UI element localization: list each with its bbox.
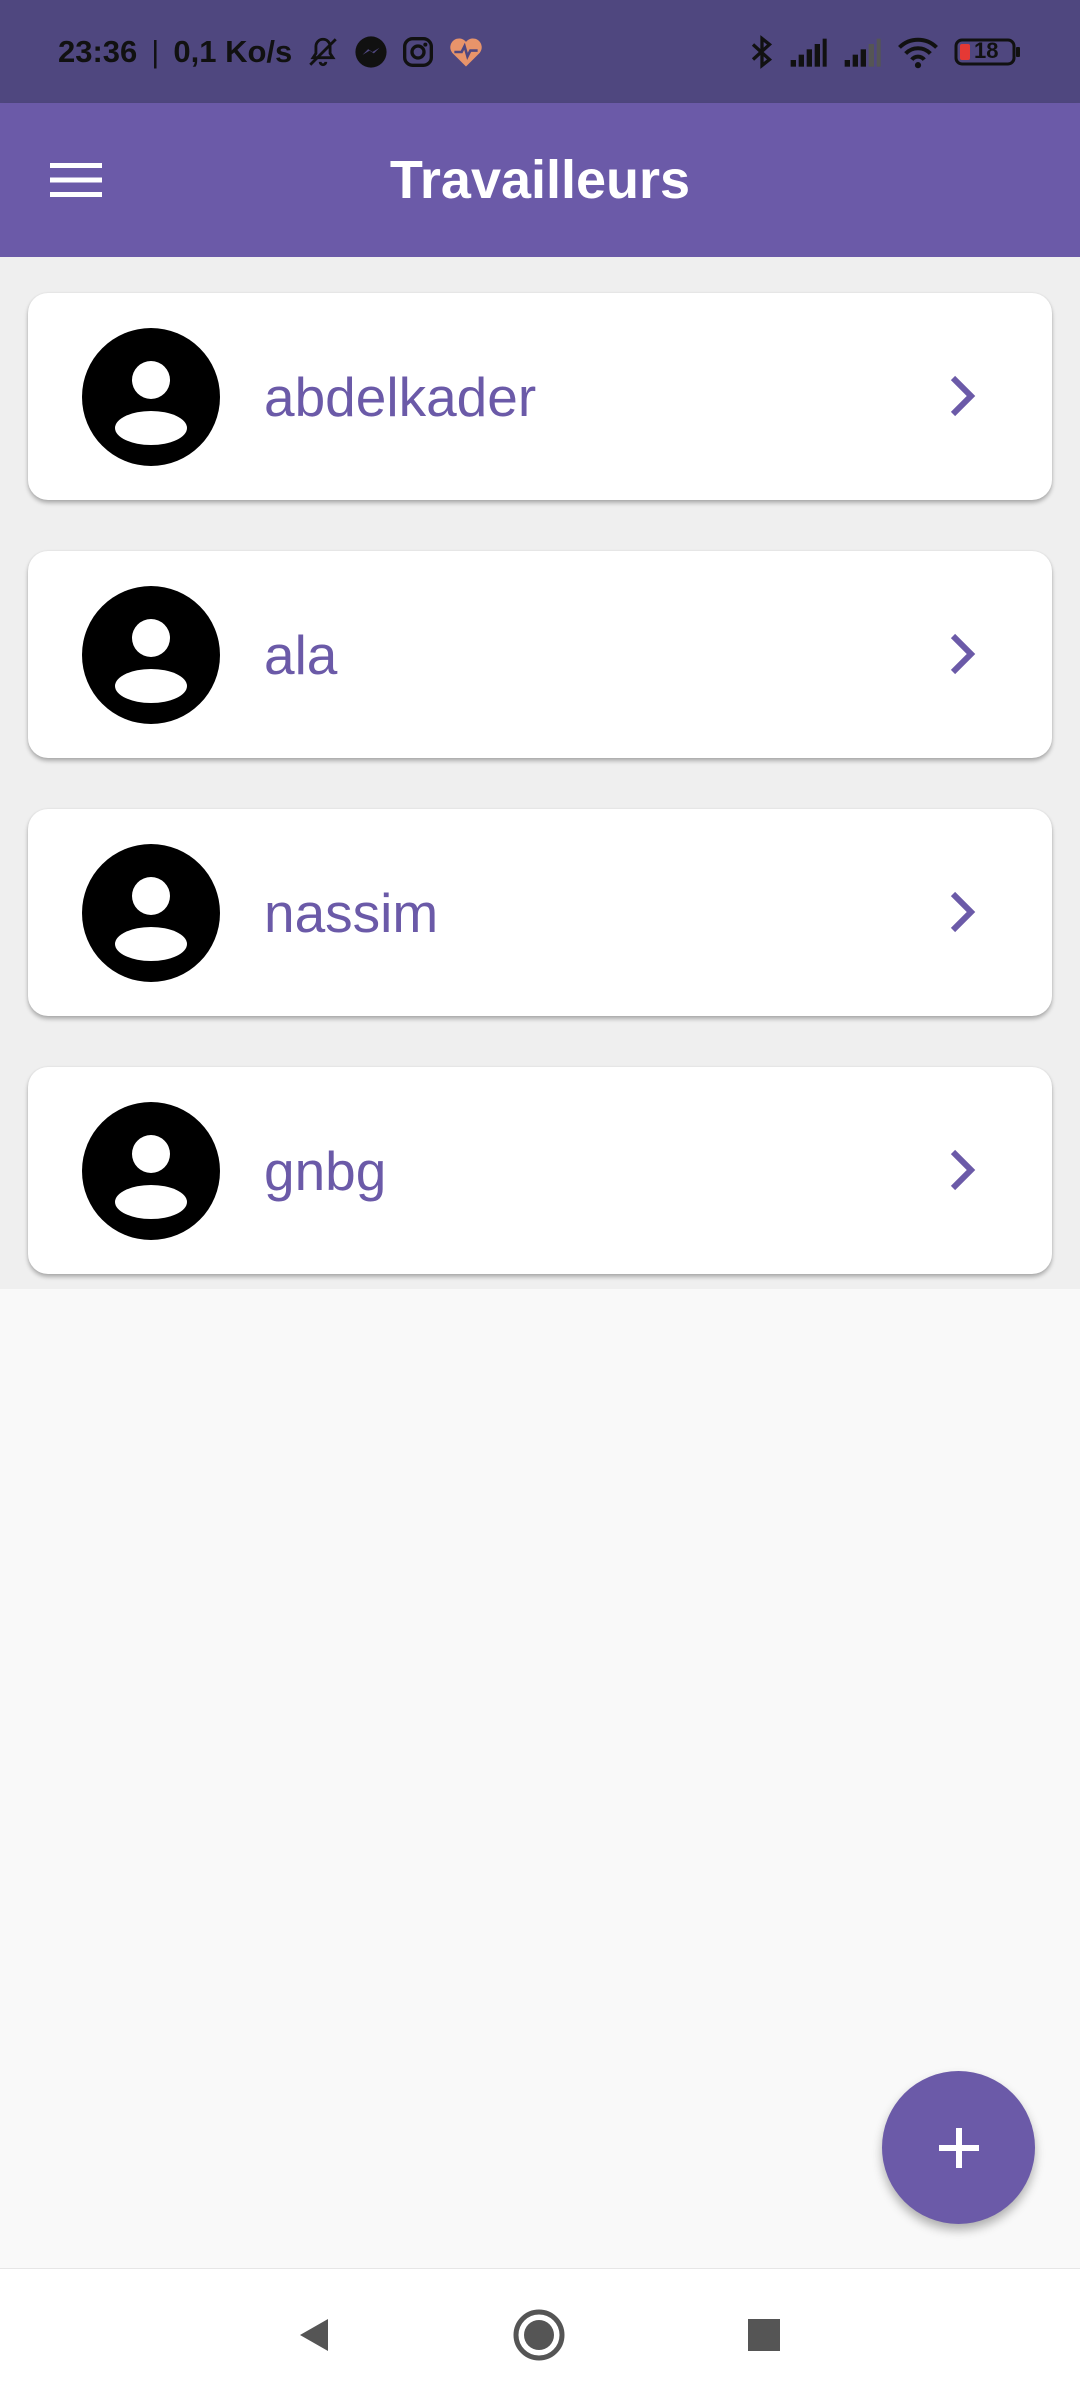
list-item: ala	[0, 515, 1080, 773]
signal-icon	[842, 36, 882, 68]
account-circle-icon	[82, 1102, 220, 1240]
list-item: gnbg	[0, 1031, 1080, 1289]
worker-card-gnbg[interactable]: gnbg	[28, 1067, 1052, 1274]
status-separator: |	[151, 33, 160, 69]
chevron-right-icon[interactable]	[932, 621, 992, 687]
status-time: 23:36	[58, 33, 138, 69]
page-title: Travailleurs	[389, 150, 691, 210]
system-nav-bar	[0, 2268, 1080, 2400]
worker-name: abdelkader	[264, 365, 537, 428]
account-circle-icon	[82, 844, 220, 982]
health-heart-icon	[448, 36, 484, 68]
account-circle-icon	[82, 586, 220, 724]
list-item: abdelkader	[0, 257, 1080, 515]
worker-name: gnbg	[264, 1139, 387, 1202]
messenger-icon	[354, 35, 388, 69]
plus-icon	[938, 2127, 979, 2168]
signal-icon	[788, 36, 828, 68]
status-left: 23:36 | 0,1 Ko/s	[58, 0, 484, 103]
wifi-icon	[896, 35, 940, 69]
instagram-icon	[402, 36, 434, 68]
app-bar: Travailleurs	[0, 103, 1080, 257]
worker-name: nassim	[264, 881, 439, 944]
chevron-right-icon[interactable]	[932, 1137, 992, 1203]
bluetooth-icon	[750, 34, 774, 70]
status-right: 18	[750, 0, 1022, 103]
list-item: nassim	[0, 773, 1080, 1031]
worker-name: ala	[264, 623, 338, 686]
worker-card-nassim[interactable]: nassim	[28, 809, 1052, 1016]
worker-card-abdelkader[interactable]: abdelkader	[28, 293, 1052, 500]
battery-level: 18	[974, 37, 999, 63]
status-bar: 23:36 | 0,1 Ko/s 18	[0, 0, 1080, 103]
recents-icon[interactable]	[728, 2299, 800, 2371]
worker-card-ala[interactable]: ala	[28, 551, 1052, 758]
chevron-right-icon[interactable]	[932, 879, 992, 945]
chevron-right-icon[interactable]	[932, 363, 992, 429]
home-icon[interactable]	[503, 2299, 575, 2371]
status-speed: 0,1 Ko/s	[173, 33, 293, 69]
battery-icon: 18	[954, 37, 1022, 67]
add-worker-button[interactable]	[882, 2071, 1035, 2224]
account-circle-icon	[82, 328, 220, 466]
back-icon[interactable]	[278, 2299, 350, 2371]
bell-off-icon	[306, 34, 340, 70]
